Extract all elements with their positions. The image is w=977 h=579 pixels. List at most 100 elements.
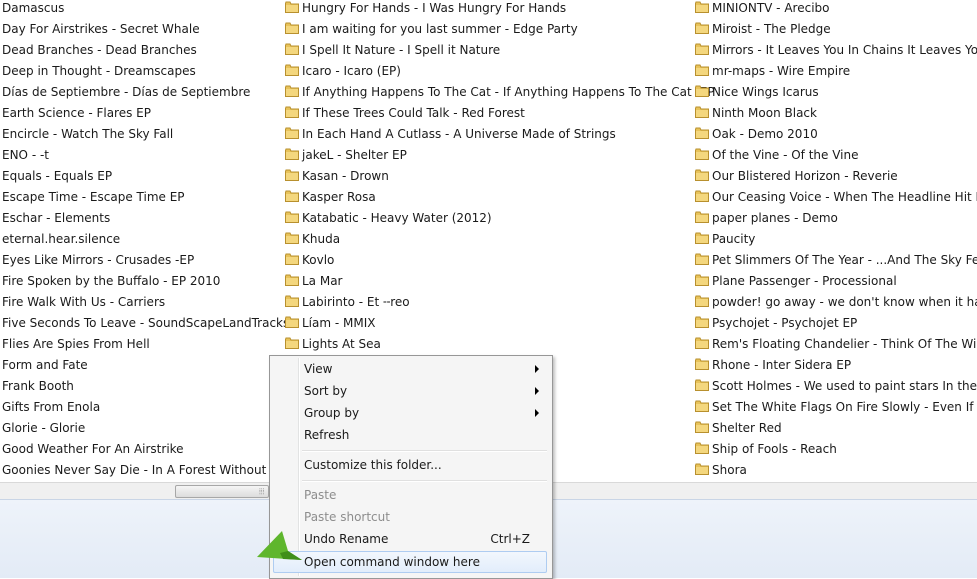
folder-item[interactable]: Glorie - Glorie [0,420,301,441]
folder-name: Pet Slimmers Of The Year - ...And The Sk… [712,253,977,267]
folder-icon [695,442,709,454]
folder-item[interactable]: Kasan - Drown [285,168,715,189]
folder-item[interactable]: I am waiting for you last summer - Edge … [285,21,715,42]
folder-item[interactable]: Flies Are Spies From Hell [0,336,301,357]
folder-item[interactable]: mr-maps - Wire Empire [695,63,977,84]
folder-item[interactable]: Five Seconds To Leave - SoundScapeLandTr… [0,315,301,336]
folder-item[interactable]: MINIONTV - Arecibo [695,0,977,21]
folder-item[interactable]: Gifts From Enola [0,399,301,420]
folder-icon [285,295,299,307]
folder-icon [695,85,709,97]
folder-item[interactable]: Goonies Never Say Die - In A Forest With… [0,462,301,482]
folder-item[interactable]: ENO - -t [0,147,301,168]
folder-icon [285,211,299,223]
folder-item[interactable]: Pet Slimmers Of The Year - ...And The Sk… [695,252,977,273]
folder-item[interactable]: Day For Airstrikes - Secret Whale [0,21,301,42]
folder-icon [285,106,299,118]
folder-name: Frank Booth [2,379,74,393]
folder-item[interactable]: Plane Passenger - Processional [695,273,977,294]
folder-item[interactable]: paper planes - Demo [695,210,977,231]
folder-item[interactable]: eternal.hear.silence [0,231,301,252]
menu-item-paste[interactable]: Paste [273,485,547,505]
menu-item-refresh[interactable]: Refresh [273,425,547,445]
menu-item-shortcut: Ctrl+Z [490,532,530,546]
folder-item[interactable]: Ship of Fools - Reach [695,441,977,462]
folder-item[interactable]: Kovlo [285,252,715,273]
menu-separator [302,450,547,452]
folder-item[interactable]: Nice Wings Icarus [695,84,977,105]
folder-name: powder! go away - we don't know when it … [712,295,977,309]
menu-item-sort-by[interactable]: Sort by [273,381,547,401]
folder-name: Ninth Moon Black [712,106,817,120]
folder-item[interactable]: Katabatic - Heavy Water (2012) [285,210,715,231]
menu-item-paste-shortcut[interactable]: Paste shortcut [273,507,547,527]
folder-item[interactable]: Fire Walk With Us - Carriers [0,294,301,315]
folder-name: Eschar - Elements [2,211,111,225]
folder-item[interactable]: Miroist - The Pledge [695,21,977,42]
scrollbar-thumb[interactable]: ⦙⦙⦙ [175,485,269,498]
folder-name: Nice Wings Icarus [712,85,819,99]
folder-item[interactable]: Equals - Equals EP [0,168,301,189]
folder-icon [695,1,709,13]
folder-item[interactable]: If These Trees Could Talk - Red Forest [285,105,715,126]
folder-item[interactable]: Scott Holmes - We used to paint stars In… [695,378,977,399]
folder-item[interactable]: Encircle - Watch The Sky Fall [0,126,301,147]
menu-item-group-by[interactable]: Group by [273,403,547,423]
folder-item[interactable]: powder! go away - we don't know when it … [695,294,977,315]
folder-item[interactable]: Eschar - Elements [0,210,301,231]
folder-item[interactable]: Of the Vine - Of the Vine [695,147,977,168]
folder-item[interactable]: Psychojet - Psychojet EP [695,315,977,336]
folder-item[interactable]: In Each Hand A Cutlass - A Universe Made… [285,126,715,147]
folder-item[interactable]: Our Blistered Horizon - Reverie [695,168,977,189]
folder-item[interactable]: Icaro - Icaro (EP) [285,63,715,84]
folder-item[interactable]: Rhone - Inter Sidera EP [695,357,977,378]
folder-item[interactable]: Eyes Like Mirrors - Crusades -EP [0,252,301,273]
menu-item-undo-rename[interactable]: Undo Rename Ctrl+Z [273,529,547,549]
folder-item[interactable]: jakeL - Shelter EP [285,147,715,168]
folder-item[interactable]: Good Weather For An Airstrike [0,441,301,462]
folder-icon [695,337,709,349]
submenu-arrow-icon [535,365,539,373]
menu-item-view[interactable]: View [273,359,547,379]
menu-item-customize-folder[interactable]: Customize this folder... [273,455,547,475]
folder-name: Form and Fate [2,358,88,372]
folder-item[interactable]: Días de Septiembre - Días de Septiembre [0,84,301,105]
folder-name: Khuda [302,232,341,246]
folder-column-3: MINIONTV - Arecibo Miroist - The Pledge Mi… [695,0,977,482]
folder-item[interactable]: Dead Branches - Dead Branches [0,42,301,63]
folder-item[interactable]: La Mar [285,273,715,294]
folder-item[interactable]: Shora [695,462,977,482]
folder-item[interactable]: Fire Spoken by the Buffalo - EP 2010 [0,273,301,294]
folder-item[interactable]: Set The White Flags On Fire Slowly - Eve… [695,399,977,420]
folder-item[interactable]: Damascus [0,0,301,21]
folder-item[interactable]: Deep in Thought - Dreamscapes [0,63,301,84]
folder-icon [695,253,709,265]
folder-item[interactable]: Frank Booth [0,378,301,399]
folder-name: Líam - MMIX [302,316,376,330]
submenu-arrow-icon [535,387,539,395]
folder-item[interactable]: Rem's Floating Chandelier - Think Of The… [695,336,977,357]
folder-name: Gifts From Enola [2,400,101,414]
folder-item[interactable]: Lights At Sea [285,336,715,357]
folder-item[interactable]: I Spell It Nature - I Spell it Nature [285,42,715,63]
folder-item[interactable]: Our Ceasing Voice - When The Headline Hi… [695,189,977,210]
folder-item[interactable]: Kasper Rosa [285,189,715,210]
folder-item[interactable]: Shelter Red [695,420,977,441]
folder-icon [695,379,709,391]
folder-item[interactable]: Earth Science - Flares EP [0,105,301,126]
folder-name: Encircle - Watch The Sky Fall [2,127,174,141]
folder-item[interactable]: Ninth Moon Black [695,105,977,126]
folder-item[interactable]: Form and Fate [0,357,301,378]
folder-item[interactable]: Líam - MMIX [285,315,715,336]
folder-item[interactable]: Mirrors - It Leaves You In Chains It Lea… [695,42,977,63]
folder-item[interactable]: Khuda [285,231,715,252]
folder-item[interactable]: Oak - Demo 2010 [695,126,977,147]
folder-item[interactable]: Hungry For Hands - I Was Hungry For Hand… [285,0,715,21]
folder-item[interactable]: Escape Time - Escape Time EP [0,189,301,210]
folder-item[interactable]: Labirinto - Et ╌reo [285,294,715,315]
folder-item[interactable]: Paucity [695,231,977,252]
folder-item[interactable]: If Anything Happens To The Cat - If Anyt… [285,84,715,105]
folder-name: Damascus [2,1,65,15]
folder-icon [285,190,299,202]
menu-item-open-command-window[interactable]: Open command window here [273,551,547,573]
